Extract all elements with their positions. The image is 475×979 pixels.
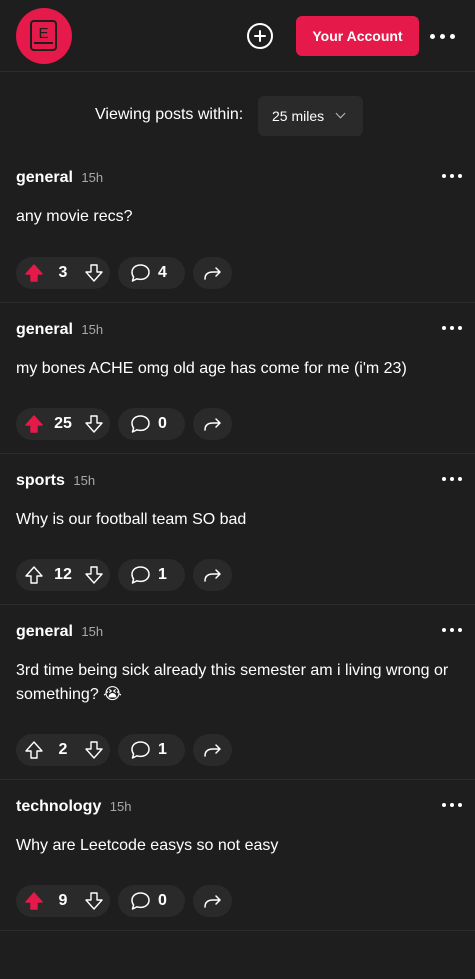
share-arrow-icon: [203, 415, 223, 433]
distance-filter-label: Viewing posts within:: [95, 106, 244, 123]
distance-select-value: 25 miles: [272, 108, 325, 124]
post-meta: general 15h: [16, 169, 103, 187]
app-logo[interactable]: E: [16, 8, 72, 64]
comment-bubble-icon: [130, 565, 151, 585]
share-arrow-icon: [203, 566, 223, 584]
post-body: my bones ACHE omg old age has come for m…: [16, 360, 407, 377]
post-card[interactable]: technology 15h Why are Leetcode easys so…: [0, 780, 475, 931]
upvote-arrow-icon[interactable]: [24, 263, 44, 283]
downvote-arrow-icon[interactable]: [84, 891, 104, 911]
post-card[interactable]: general 15h 3rd time being sick already …: [0, 605, 475, 780]
post-options-icon[interactable]: [442, 477, 462, 485]
book-icon: E: [30, 20, 57, 51]
post-card[interactable]: general 15h my bones ACHE omg old age ha…: [0, 303, 475, 454]
more-options-icon[interactable]: [430, 26, 456, 46]
vote-control: 25: [16, 408, 110, 440]
post-card[interactable]: sports 15h Why is our football team SO b…: [0, 454, 475, 605]
comments-button[interactable]: 1: [118, 734, 185, 766]
comments-button[interactable]: 4: [118, 257, 185, 289]
post-category[interactable]: general: [16, 321, 73, 338]
post-meta: general 15h: [16, 321, 103, 339]
share-button[interactable]: [193, 885, 232, 917]
post-time: 15h: [109, 799, 132, 814]
vote-control: 12: [16, 559, 110, 591]
post-time: 15h: [81, 624, 104, 639]
share-button[interactable]: [193, 559, 232, 591]
post-meta: sports 15h: [16, 472, 95, 490]
share-button[interactable]: [193, 257, 232, 289]
vote-control: 9: [16, 885, 110, 917]
share-arrow-icon: [203, 892, 223, 910]
top-bar: E Your Account: [0, 0, 475, 72]
post-options-icon[interactable]: [442, 803, 462, 811]
vote-count: 2: [58, 741, 68, 758]
post-body: 3rd time being sick already this semeste…: [16, 662, 449, 703]
vote-count: 3: [58, 264, 68, 281]
post-category[interactable]: general: [16, 169, 73, 186]
post-body: Why are Leetcode easys so not easy: [16, 837, 279, 854]
your-account-button[interactable]: Your Account: [296, 16, 419, 56]
post-body: Why is our football team SO bad: [16, 511, 247, 528]
upvote-arrow-icon[interactable]: [24, 414, 44, 434]
comments-button[interactable]: 0: [118, 885, 185, 917]
post-time: 15h: [73, 473, 96, 488]
comment-count: 1: [158, 566, 167, 583]
post-category[interactable]: general: [16, 623, 73, 640]
comment-count: 0: [158, 415, 167, 432]
create-post-button[interactable]: [247, 23, 273, 49]
comment-bubble-icon: [130, 263, 151, 283]
vote-count: 12: [54, 566, 72, 583]
post-category[interactable]: sports: [16, 472, 65, 489]
chevron-down-icon: [335, 108, 346, 119]
post-options-icon[interactable]: [442, 174, 462, 182]
comments-button[interactable]: 1: [118, 559, 185, 591]
post-body: any movie recs?: [16, 208, 133, 225]
post-card[interactable]: general 15h any movie recs? 3 4: [0, 151, 475, 303]
post-options-icon[interactable]: [442, 326, 462, 334]
share-button[interactable]: [193, 408, 232, 440]
post-meta: general 15h: [16, 623, 103, 641]
downvote-arrow-icon[interactable]: [84, 740, 104, 760]
downvote-arrow-icon[interactable]: [84, 565, 104, 585]
comment-bubble-icon: [130, 740, 151, 760]
post-time: 15h: [81, 170, 104, 185]
comment-count: 0: [158, 892, 167, 909]
vote-control: 2: [16, 734, 110, 766]
upvote-arrow-icon[interactable]: [24, 891, 44, 911]
upvote-arrow-icon[interactable]: [24, 565, 44, 585]
comment-bubble-icon: [130, 891, 151, 911]
share-arrow-icon: [203, 741, 223, 759]
upvote-arrow-icon[interactable]: [24, 740, 44, 760]
downvote-arrow-icon[interactable]: [84, 414, 104, 434]
comment-bubble-icon: [130, 414, 151, 434]
comment-count: 4: [158, 264, 167, 281]
comment-count: 1: [158, 741, 167, 758]
downvote-arrow-icon[interactable]: [84, 263, 104, 283]
post-time: 15h: [81, 322, 104, 337]
vote-control: 3: [16, 257, 110, 289]
vote-count: 9: [58, 892, 68, 909]
distance-select[interactable]: 25 miles: [258, 96, 363, 136]
post-meta: technology 15h: [16, 798, 132, 816]
share-button[interactable]: [193, 734, 232, 766]
logo-letter: E: [38, 25, 49, 42]
vote-count: 25: [54, 415, 72, 432]
post-options-icon[interactable]: [442, 628, 462, 636]
comments-button[interactable]: 0: [118, 408, 185, 440]
post-category[interactable]: technology: [16, 798, 101, 815]
share-arrow-icon: [203, 264, 223, 282]
